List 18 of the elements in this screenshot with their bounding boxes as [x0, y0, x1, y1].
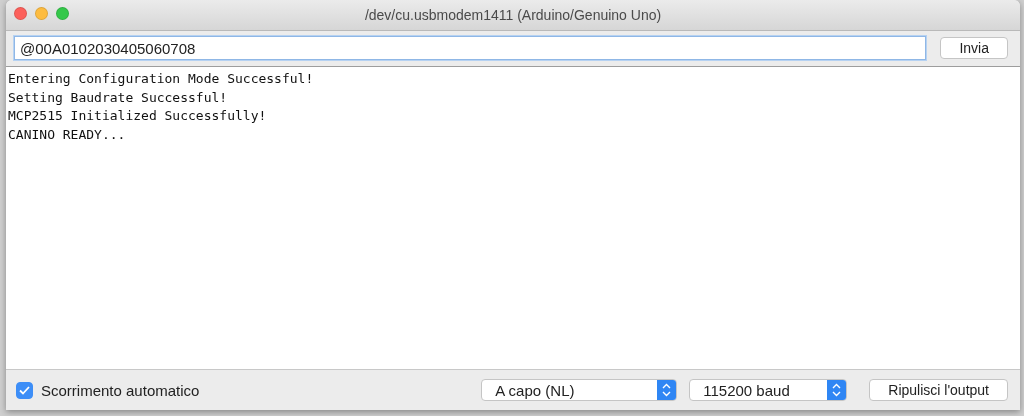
- output-line: Entering Configuration Mode Successful!: [8, 70, 315, 88]
- send-button[interactable]: Invia: [940, 37, 1008, 59]
- output-line: CANINO READY...: [8, 125, 127, 144]
- output-line: MCP2515 Initialized Successfully!: [8, 107, 268, 125]
- window-title: /dev/cu.usbmodem1411 (Arduino/Genuino Uno): [364, 7, 662, 23]
- maximize-icon[interactable]: [56, 7, 69, 20]
- close-icon[interactable]: [14, 7, 27, 20]
- checkbox-label: Scorrimento automatico: [41, 381, 200, 399]
- output-line: Setting Baudrate Successful!: [8, 88, 229, 107]
- stepper-icon: [827, 380, 847, 400]
- baud-rate-dropdown[interactable]: 115200 baud: [689, 379, 848, 401]
- minimize-icon[interactable]: [35, 7, 48, 20]
- checkmark-icon: [19, 385, 30, 395]
- line-ending-dropdown[interactable]: A capo (NL): [481, 379, 678, 401]
- clear-output-button[interactable]: Ripulisci l'output: [869, 379, 1008, 401]
- stepper-icon: [657, 380, 677, 400]
- checkbox[interactable]: [16, 381, 33, 399]
- input-field[interactable]: @00A0102030405060708: [14, 36, 927, 60]
